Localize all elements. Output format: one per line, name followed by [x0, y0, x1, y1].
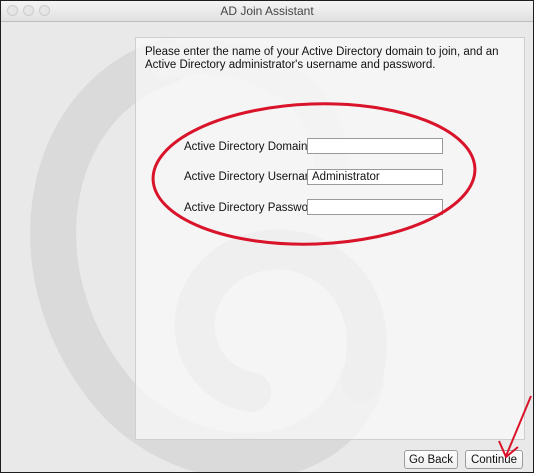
password-input[interactable] — [307, 199, 443, 215]
ad-join-assistant-window: AD Join Assistant Please enter the name … — [0, 0, 534, 473]
username-input[interactable] — [307, 169, 443, 185]
window-title: AD Join Assistant — [220, 4, 314, 18]
content-panel — [135, 37, 525, 440]
domain-input[interactable] — [307, 138, 443, 154]
continue-button[interactable]: Continue — [465, 450, 523, 469]
domain-label: Active Directory Domain: — [184, 141, 311, 153]
intro-text: Please enter the name of your Active Dir… — [145, 46, 499, 71]
username-label: Active Directory Username: — [184, 171, 324, 183]
title-bar[interactable]: AD Join Assistant — [1, 1, 533, 22]
password-label: Active Directory Password: — [184, 202, 322, 214]
go-back-button[interactable]: Go Back — [404, 450, 458, 469]
